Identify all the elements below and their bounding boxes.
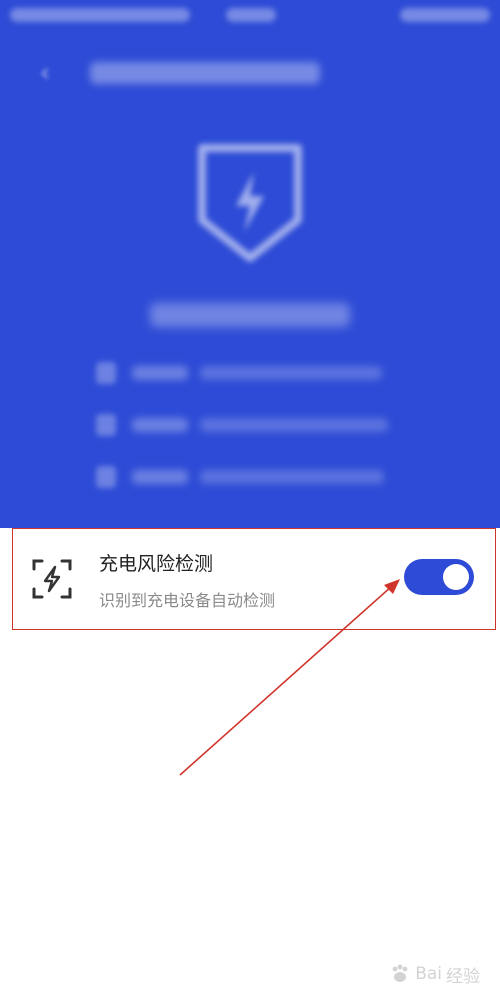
- setting-title: 充电风险检测: [99, 553, 214, 575]
- back-arrow-icon[interactable]: ‹: [30, 58, 60, 88]
- hero-subtitle-blurred: [150, 303, 350, 327]
- charging-risk-setting-row[interactable]: 充电风险检测 识别到充电设备自动检测: [12, 528, 496, 630]
- feature-icon-blurred: [96, 466, 116, 488]
- watermark-suffix: 经验: [446, 966, 480, 987]
- feature-row-blurred: [96, 414, 396, 436]
- status-bar-time-blurred: [226, 8, 276, 22]
- shield-bolt-icon: [198, 144, 302, 262]
- feature-row-blurred: [96, 362, 396, 384]
- feature-desc-blurred: [200, 418, 388, 432]
- feature-desc-blurred: [200, 366, 382, 380]
- feature-label-blurred: [132, 418, 188, 432]
- feature-label-blurred: [132, 366, 188, 380]
- status-bar-left-blurred: [10, 8, 190, 22]
- watermark: Bai 经验: [389, 960, 480, 988]
- feature-desc-blurred: [200, 470, 384, 484]
- feature-label-blurred: [132, 470, 188, 484]
- header-panel: ‹: [0, 0, 500, 528]
- charging-risk-toggle[interactable]: [404, 559, 474, 595]
- setting-subtitle: 识别到充电设备自动检测: [99, 591, 276, 610]
- feature-icon-blurred: [96, 414, 116, 436]
- status-bar: [0, 0, 500, 34]
- paw-logo-icon: [392, 964, 408, 982]
- feature-icon-blurred: [96, 362, 116, 384]
- feature-row-blurred: [96, 466, 396, 488]
- page-title-blurred: [90, 62, 320, 84]
- bolt-scan-icon: [32, 559, 72, 599]
- status-bar-right-blurred: [400, 8, 490, 22]
- top-app-bar: ‹: [0, 48, 500, 98]
- toggle-knob: [443, 564, 469, 590]
- watermark-brand: Bai: [415, 964, 442, 984]
